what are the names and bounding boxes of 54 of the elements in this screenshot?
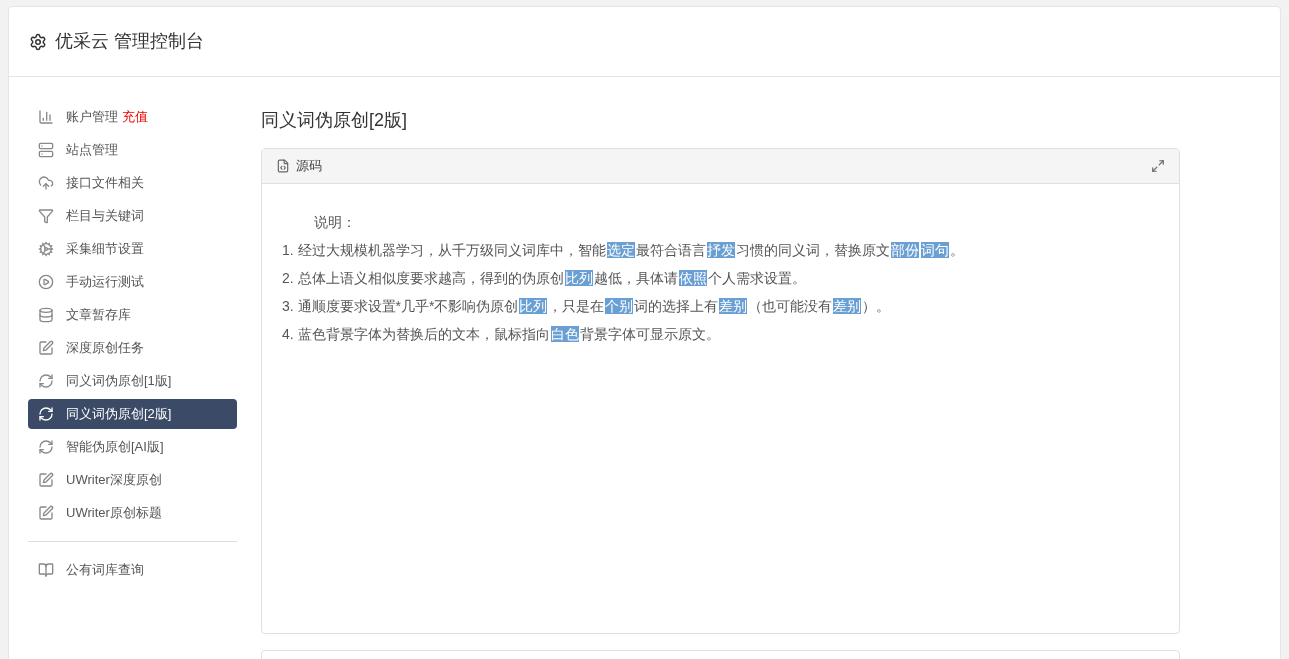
sidebar-item[interactable]: 公有词库查询 — [28, 555, 237, 585]
sidebar-label: 同义词伪原创[1版] — [66, 372, 172, 391]
page-title: 同义词伪原创[2版] — [261, 109, 408, 132]
sidebar-item[interactable]: 采集细节设置 — [28, 234, 237, 264]
recharge-link[interactable]: 充值 — [122, 107, 148, 127]
sidebar-label: 接口文件相关 — [66, 174, 144, 193]
database-icon — [38, 307, 54, 323]
note-line: 1. 经过大规模机器学习，从千万级同义词库中，智能选定最符合语言抒发习惯的同义词，替换原文部份词句。 — [282, 241, 964, 260]
sidebar-item[interactable]: 深度原创任务 — [28, 333, 237, 363]
edit-icon — [38, 505, 54, 521]
sidebar-label: 站点管理 — [66, 141, 118, 160]
refresh-icon — [38, 406, 54, 422]
book-icon — [38, 562, 54, 578]
sidebar-item[interactable]: 同义词伪原创[2版] — [28, 399, 237, 429]
sidebar-label: UWriter深度原创 — [66, 471, 162, 490]
sidebar-label: UWriter原创标题 — [66, 504, 162, 523]
gear-icon — [38, 241, 54, 257]
sidebar-label: 栏目与关键词 — [66, 207, 144, 226]
sidebar-item[interactable]: 站点管理 — [28, 135, 237, 165]
sidebar-item[interactable]: 智能伪原创[AI版] — [28, 432, 237, 462]
settings-icon — [29, 32, 47, 51]
sidebar-label: 采集细节设置 — [66, 240, 144, 259]
sidebar-item[interactable]: 文章暂存库 — [28, 300, 237, 330]
edit-icon — [38, 472, 54, 488]
console-title: 优采云 管理控制台 — [55, 30, 204, 53]
panel-title: 源码 — [296, 157, 322, 176]
edit-icon — [38, 340, 54, 356]
note-line: 2. 总体上语义相似度要求越高，得到的伪原创 比列越低，具体请依照个人需求设置。 — [282, 269, 806, 288]
sidebar-item[interactable]: 手动运行测试 — [28, 267, 237, 297]
refresh-icon — [38, 439, 54, 455]
server-icon — [38, 142, 54, 158]
note-heading: 说明： — [314, 213, 356, 232]
sidebar-label: 文章暂存库 — [66, 306, 131, 325]
cloud-upload-icon — [38, 175, 54, 191]
sidebar-item[interactable]: 接口文件相关 — [28, 168, 237, 198]
sidebar-label: 同义词伪原创[2版] — [66, 405, 172, 424]
sidebar-item[interactable]: UWriter原创标题 — [28, 498, 237, 528]
sidebar-label: 智能伪原创[AI版] — [66, 438, 164, 457]
filter-icon — [38, 208, 54, 224]
sidebar-item[interactable]: 同义词伪原创[1版] — [28, 366, 237, 396]
note-line: 3. 通顺度要求设置*几乎*不影响伪原创 比列，只是在个别词的选择上有差别（也可能没有差别）。 — [282, 297, 891, 316]
sidebar-item[interactable]: 栏目与关键词 — [28, 201, 237, 231]
code-file-icon — [276, 159, 290, 173]
sidebar-label: 手动运行测试 — [66, 273, 144, 292]
refresh-icon — [38, 373, 54, 389]
bar-chart-icon — [38, 109, 54, 125]
sidebar-label: 公有词库查询 — [66, 561, 144, 580]
fullscreen-icon[interactable] — [1151, 159, 1165, 173]
sidebar-label: 深度原创任务 — [66, 339, 144, 358]
sidebar-item[interactable]: UWriter深度原创 — [28, 465, 237, 495]
play-icon — [38, 274, 54, 290]
note-line: 4. 蓝色背景字体为替换后的文本，鼠标指向 白色背景字体可显示原文。 — [282, 325, 720, 344]
sidebar-item[interactable]: 账户管理 充值 — [28, 102, 237, 132]
sidebar-label: 账户管理 — [66, 108, 118, 127]
